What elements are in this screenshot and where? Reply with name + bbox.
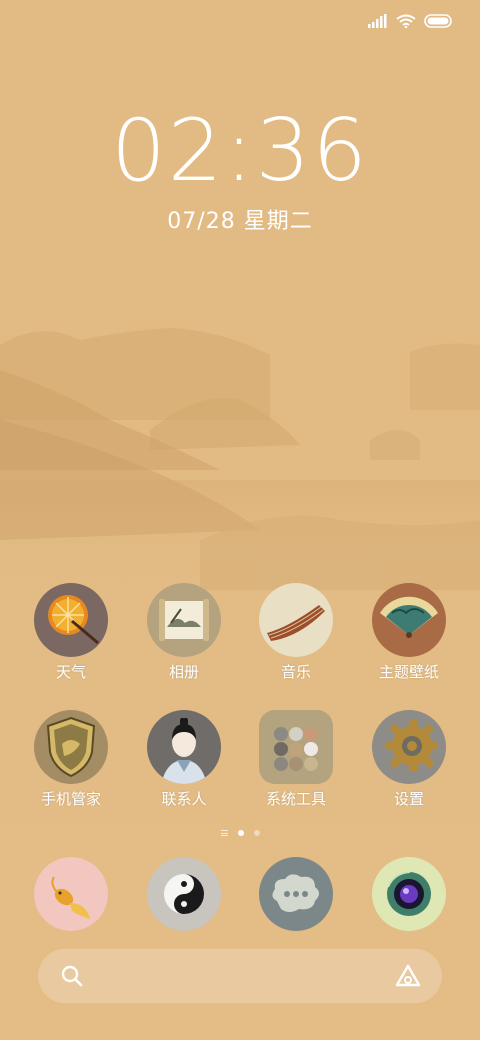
- app-label: 联系人: [161, 790, 207, 808]
- shield-icon: [34, 710, 108, 784]
- dock-app-messages[interactable]: [128, 857, 240, 931]
- lock-clock-time[interactable]: 02:36: [0, 108, 480, 194]
- gear-icon: [372, 710, 446, 784]
- jade-camera-icon: [372, 857, 446, 931]
- signal-icon: [368, 14, 387, 28]
- app-phone-manager[interactable]: 手机管家: [15, 710, 127, 809]
- page-indicator: [0, 830, 480, 836]
- lock-clock-date[interactable]: 07/28 星期二: [0, 203, 480, 235]
- search-icon[interactable]: [60, 964, 84, 988]
- wifi-icon: [396, 14, 416, 28]
- page-dot-1[interactable]: [237, 830, 244, 836]
- dock-app-phone[interactable]: [15, 857, 127, 931]
- tools-folder-icon: [259, 710, 333, 784]
- app-system-tools-folder[interactable]: 系统工具: [240, 710, 352, 809]
- app-gallery[interactable]: 相册: [128, 583, 240, 682]
- app-drawer-indicator-icon[interactable]: [220, 830, 228, 836]
- app-themes[interactable]: 主题壁纸: [353, 583, 465, 682]
- app-weather[interactable]: 天气: [15, 583, 127, 682]
- app-label: 主题壁纸: [378, 663, 439, 681]
- scroll-painting-icon: [147, 583, 221, 657]
- app-label: 手机管家: [40, 790, 101, 808]
- status-bar: [368, 10, 454, 32]
- page-dot-2[interactable]: [253, 830, 260, 836]
- chat-cloud-icon: [259, 857, 333, 931]
- goldfish-icon: [34, 857, 108, 931]
- app-label: 设置: [393, 790, 424, 808]
- app-label: 系统工具: [265, 790, 326, 808]
- battery-icon: [424, 14, 452, 28]
- search-bar[interactable]: [38, 949, 442, 1003]
- app-label: 相册: [168, 663, 199, 681]
- app-music[interactable]: 音乐: [240, 583, 352, 682]
- umbrella-icon: [34, 583, 108, 657]
- app-settings[interactable]: 设置: [353, 710, 465, 809]
- folding-fan-icon: [372, 583, 446, 657]
- guzheng-icon: [259, 583, 333, 657]
- app-label: 天气: [55, 663, 86, 681]
- app-contacts[interactable]: 联系人: [128, 710, 240, 809]
- assistant-icon[interactable]: [394, 963, 422, 989]
- dock-app-chat[interactable]: [240, 857, 352, 931]
- scholar-icon: [147, 710, 221, 784]
- app-label: 音乐: [280, 663, 311, 681]
- dock-app-camera[interactable]: [353, 857, 465, 931]
- yin-yang-icon: [147, 857, 221, 931]
